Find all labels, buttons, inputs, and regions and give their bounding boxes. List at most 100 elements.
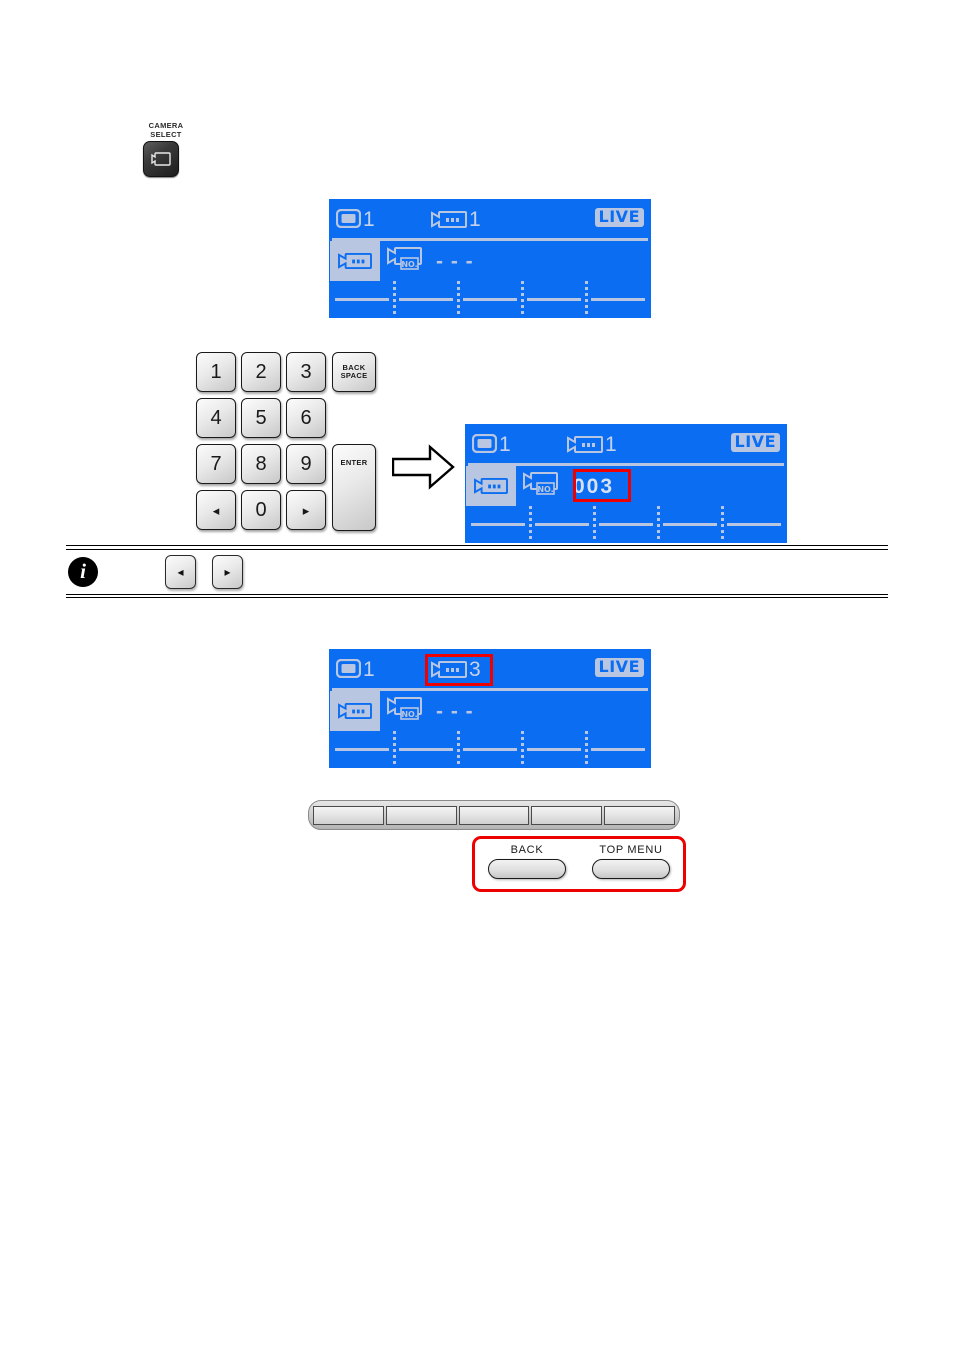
lcd-softkey-row <box>466 506 786 542</box>
key-label: 0 <box>255 498 267 521</box>
status-badge: LIVE <box>730 433 780 452</box>
lcd-softkey-slot[interactable] <box>457 281 522 317</box>
svg-text:NO.: NO. <box>537 485 553 494</box>
top-menu-button[interactable] <box>592 859 670 879</box>
lcd-selected-tab[interactable] <box>466 466 516 506</box>
softkey-dash <box>463 747 517 751</box>
lcd-softkey-slot[interactable] <box>330 731 394 767</box>
softkey-button-1[interactable] <box>313 805 384 825</box>
softkey-dash <box>663 522 717 526</box>
note-content: i ◂ ▸ <box>66 550 888 594</box>
camcorder-icon <box>431 211 467 233</box>
key-label: 4 <box>210 406 222 429</box>
softkey-dash <box>471 522 525 526</box>
lcd-field-row: NO. - - - <box>330 691 650 731</box>
key-label: 6 <box>300 406 312 429</box>
lcd-camera-no-field[interactable]: NO. - - - <box>380 691 650 731</box>
arrow-right-icon: ▸ <box>302 502 310 518</box>
softkey-button-5[interactable] <box>604 805 675 825</box>
softkey-dash <box>335 747 389 751</box>
lcd-softkey-slot[interactable] <box>721 506 786 542</box>
lcd-softkey-slot[interactable] <box>393 731 458 767</box>
key-backspace[interactable]: BACK SPACE <box>332 352 376 392</box>
key-label-line2: SPACE <box>340 371 368 380</box>
camcorder-icon <box>431 661 467 683</box>
lcd-camera-no-field[interactable]: NO. - - - <box>380 241 650 281</box>
lcd-softkey-slot[interactable] <box>393 281 458 317</box>
note-band: i ◂ ▸ <box>66 545 888 598</box>
lcd-softkey-slot[interactable] <box>657 506 722 542</box>
key-3[interactable]: 3 <box>286 352 326 392</box>
arrow-left-icon: ◂ <box>177 564 184 579</box>
camera-select-label-line2: SELECT <box>150 129 182 139</box>
softkey-dash <box>527 747 581 751</box>
monitor-icon <box>471 433 498 458</box>
lcd-selected-tab[interactable] <box>330 241 380 281</box>
key-4[interactable]: 4 <box>196 398 236 438</box>
lcd-softkey-slot[interactable] <box>521 281 586 317</box>
numeric-keypad: 1 2 3 BACK SPACE 4 5 6 7 8 9 ENTER ◂ 0 ▸ <box>196 352 381 532</box>
lcd-softkey-slot[interactable] <box>457 731 522 767</box>
softkey-dash <box>335 297 389 301</box>
note-key-group: ◂ ▸ <box>165 554 243 589</box>
back-label: BACK <box>510 844 544 856</box>
camera-number: 3 <box>469 658 481 681</box>
top-menu-key-group: TOP MENU <box>584 844 679 879</box>
key-2[interactable]: 2 <box>241 352 281 392</box>
monitor-number: 1 <box>363 658 375 681</box>
lcd-camera-no-field[interactable]: NO. 003 <box>516 466 786 506</box>
softkey-dash <box>591 747 645 751</box>
key-label: 8 <box>255 452 267 475</box>
arrow-left-key[interactable]: ◂ <box>165 554 196 589</box>
key-label: 1 <box>210 360 222 383</box>
key-arrow-right[interactable]: ▸ <box>286 490 326 530</box>
flow-arrow <box>391 443 455 496</box>
lcd-status-row: 1 1 LIVE <box>466 425 786 463</box>
lcd-softkey-slot[interactable] <box>593 506 658 542</box>
softkey-dash <box>591 297 645 301</box>
status-badge: LIVE <box>594 208 644 227</box>
lcd-softkey-slot[interactable] <box>521 731 586 767</box>
arrow-left-icon: ◂ <box>212 502 220 518</box>
key-label: 3 <box>300 360 312 383</box>
status-badge: LIVE <box>594 658 644 677</box>
key-label: 2 <box>255 360 267 383</box>
lcd-field-row: NO. 003 <box>466 466 786 506</box>
lcd-softkey-slot[interactable] <box>330 281 394 317</box>
key-0[interactable]: 0 <box>241 490 281 530</box>
bottom-key-group: BACK TOP MENU <box>472 836 686 892</box>
lcd-field-value: 003 <box>573 474 615 498</box>
camera-select-button[interactable] <box>143 141 179 177</box>
arrow-right-key[interactable]: ▸ <box>212 554 243 589</box>
back-button[interactable] <box>488 859 566 879</box>
softkey-button-4[interactable] <box>531 805 603 825</box>
lcd-softkey-slot[interactable] <box>529 506 594 542</box>
lcd-field-value: - - - <box>436 249 474 273</box>
key-label: BACK SPACE <box>340 363 368 381</box>
lcd-field-value: - - - <box>436 699 474 723</box>
key-arrow-left[interactable]: ◂ <box>196 490 236 530</box>
camcorder-no-icon: NO. <box>523 471 563 502</box>
key-1[interactable]: 1 <box>196 352 236 392</box>
lcd-softkey-slot[interactable] <box>585 281 650 317</box>
softkey-button-2[interactable] <box>385 805 457 825</box>
key-6[interactable]: 6 <box>286 398 326 438</box>
lcd-softkey-row <box>330 281 650 317</box>
note-bottom-rule <box>66 593 888 598</box>
key-enter[interactable]: ENTER <box>332 444 376 531</box>
key-8[interactable]: 8 <box>241 444 281 484</box>
lcd-panel-entered: 1 1 LIVE NO. 003 <box>465 424 787 543</box>
lcd-softkey-slot[interactable] <box>466 506 530 542</box>
camcorder-icon <box>567 436 603 458</box>
softkey-dash <box>399 747 453 751</box>
lcd-selected-tab[interactable] <box>330 691 380 731</box>
lcd-softkey-slot[interactable] <box>585 731 650 767</box>
camera-select-block: CAMERA SELECT <box>143 121 233 177</box>
softkey-dash <box>535 522 589 526</box>
key-9[interactable]: 9 <box>286 444 326 484</box>
camera-select-label: CAMERA SELECT <box>143 121 189 139</box>
key-7[interactable]: 7 <box>196 444 236 484</box>
key-5[interactable]: 5 <box>241 398 281 438</box>
softkey-button-3[interactable] <box>458 805 530 825</box>
softkey-dash <box>599 522 653 526</box>
